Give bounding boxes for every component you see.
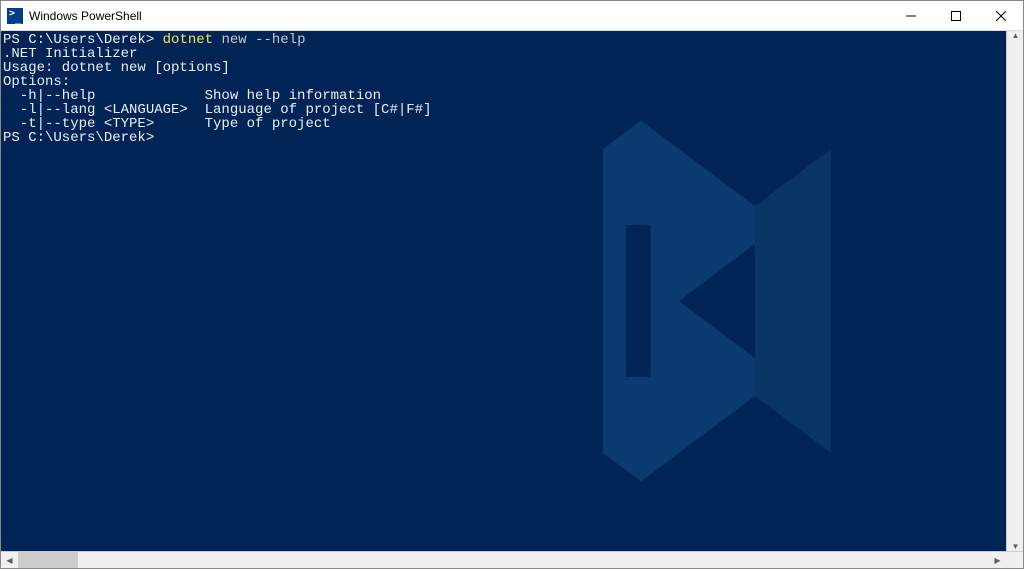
terminal-line: -l|--lang <LANGUAGE> Language of project… [3, 103, 1006, 117]
terminal-line: .NET Initializer [3, 47, 1006, 61]
powershell-icon [7, 8, 23, 24]
terminal-text: new --help [221, 32, 305, 48]
titlebar[interactable]: Windows PowerShell [1, 1, 1023, 31]
terminal-line: Usage: dotnet new [options] [3, 61, 1006, 75]
close-button[interactable] [978, 1, 1023, 31]
terminal-text: dotnet [163, 32, 213, 48]
window-controls [888, 1, 1023, 30]
terminal-line: PS C:\Users\Derek> [3, 131, 1006, 145]
maximize-button[interactable] [933, 1, 978, 31]
scroll-left-arrow[interactable]: ◀ [1, 552, 18, 568]
terminal-text: PS C:\Users\Derek> [3, 130, 154, 146]
close-icon [996, 11, 1006, 21]
terminal-line: Options: [3, 75, 1006, 89]
scroll-up-arrow[interactable]: ▲ [1007, 31, 1023, 40]
minimize-button[interactable] [888, 1, 933, 31]
scroll-right-arrow[interactable]: ▶ [989, 552, 1006, 568]
horizontal-scrollbar[interactable]: ◀ ▶ [1, 551, 1023, 568]
minimize-icon [906, 11, 916, 21]
terminal-line: -t|--type <TYPE> Type of project [3, 117, 1006, 131]
terminal-output: PS C:\Users\Derek> dotnet new --help.NET… [1, 31, 1006, 551]
terminal-line: -h|--help Show help information [3, 89, 1006, 103]
horizontal-scroll-thumb[interactable] [18, 552, 78, 568]
scrollbar-corner [1006, 552, 1023, 568]
terminal-line: PS C:\Users\Derek> dotnet new --help [3, 33, 1006, 47]
powershell-window: Windows PowerShell PS C:\Users\Derek> do… [0, 0, 1024, 569]
horizontal-scroll-track[interactable] [18, 552, 989, 568]
scroll-down-arrow[interactable]: ▼ [1007, 542, 1023, 551]
vertical-scrollbar[interactable]: ▲ ▼ [1006, 31, 1023, 551]
maximize-icon [951, 11, 961, 21]
window-title: Windows PowerShell [29, 9, 888, 23]
terminal[interactable]: PS C:\Users\Derek> dotnet new --help.NET… [1, 31, 1006, 551]
vertical-scroll-track[interactable] [1007, 40, 1023, 542]
